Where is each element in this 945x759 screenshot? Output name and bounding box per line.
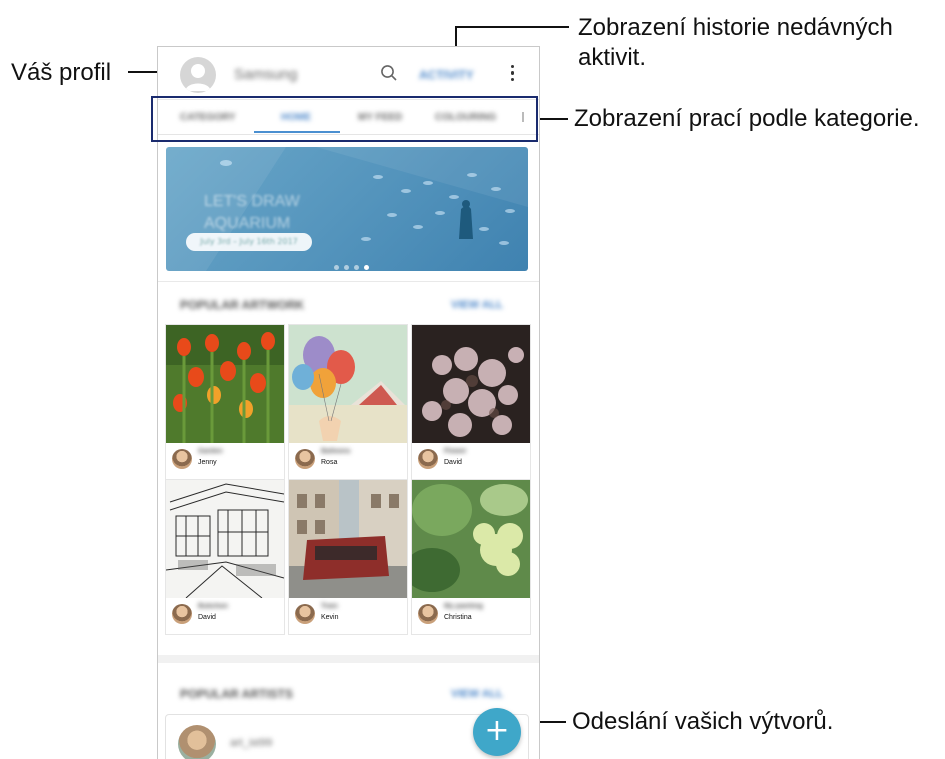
section-divider <box>158 655 539 663</box>
view-all-artwork-link[interactable]: VIEW ALL <box>451 299 503 311</box>
artwork-user: David <box>444 459 462 466</box>
home-content: LET'S DRAW AQUARIUM July 3rd – July 16th… <box>158 135 539 759</box>
more-options-icon[interactable] <box>510 65 516 85</box>
phone-screen: Samsung ACTIVITY CATEGORY HOME MY FEED C… <box>157 46 540 759</box>
avatar <box>172 604 192 624</box>
add-artwork-button[interactable]: + <box>473 708 521 756</box>
callout-activity-1: Zobrazení historie nedávných <box>578 14 893 41</box>
callout-upload: Odeslání vašich výtvorů. <box>572 708 834 735</box>
banner-date-pill: July 3rd – July 16th 2017 <box>186 233 312 251</box>
app-header: Samsung ACTIVITY <box>158 47 539 100</box>
artwork-user: Rosa <box>321 459 338 466</box>
callout-line-activity-h <box>455 26 569 28</box>
artwork-user: Kevin <box>321 614 339 621</box>
artwork-card[interactable]: Balloons Rosa <box>289 325 407 479</box>
artwork-title: My painting <box>444 603 483 610</box>
artwork-image <box>412 325 530 443</box>
callout-category: Zobrazení prací podle kategorie. <box>574 105 920 132</box>
artwork-image <box>289 480 407 598</box>
banner-title-line2: AQUARIUM <box>204 215 291 232</box>
artwork-user: Christina <box>444 614 472 621</box>
banner-date: July 3rd – July 16th 2017 <box>200 237 298 246</box>
artwork-card[interactable]: Flower David <box>412 325 530 479</box>
artwork-card[interactable]: Bukchon David <box>166 480 284 634</box>
avatar <box>178 725 216 759</box>
artwork-image <box>412 480 530 598</box>
artwork-title: Balloons <box>321 448 351 455</box>
artwork-title: Bukchon <box>198 603 228 610</box>
account-name[interactable]: Samsung <box>234 66 297 83</box>
callout-line-category <box>538 118 568 120</box>
avatar <box>418 604 438 624</box>
artwork-image <box>166 325 284 443</box>
banner-title: LET'S DRAW AQUARIUM <box>204 191 300 235</box>
artwork-title: Train <box>321 603 338 610</box>
tabs-highlight-frame <box>151 96 538 142</box>
artwork-card[interactable]: Train Kevin <box>289 480 407 634</box>
callout-activity-2: aktivit. <box>578 44 647 71</box>
section-title-popular-artists: POPULAR ARTISTS <box>180 687 293 701</box>
carousel-dots <box>334 255 374 271</box>
banner-title-line1: LET'S DRAW <box>204 193 300 210</box>
search-icon[interactable] <box>380 64 398 82</box>
avatar <box>418 449 438 469</box>
section-title-popular-artwork: POPULAR ARTWORK <box>180 298 305 312</box>
artwork-card[interactable]: Garden Jenny <box>166 325 284 479</box>
avatar <box>295 604 315 624</box>
event-banner[interactable]: LET'S DRAW AQUARIUM July 3rd – July 16th… <box>166 147 528 271</box>
artwork-user: Jenny <box>198 459 217 466</box>
artwork-card[interactable]: My painting Christina <box>412 480 530 634</box>
divider <box>158 281 539 282</box>
view-all-artists-link[interactable]: VIEW ALL <box>451 688 503 700</box>
artwork-image <box>166 480 284 598</box>
artwork-user: David <box>198 614 216 621</box>
artwork-title: Flower <box>444 448 467 455</box>
activity-button[interactable]: ACTIVITY <box>419 68 474 82</box>
person-icon <box>185 64 211 91</box>
artist-name: art_ist99 <box>230 737 273 749</box>
artwork-title: Garden <box>198 448 223 455</box>
plus-icon: + <box>484 713 510 748</box>
profile-avatar[interactable] <box>180 57 216 93</box>
artwork-image <box>289 325 407 443</box>
avatar <box>172 449 192 469</box>
avatar <box>295 449 315 469</box>
callout-profile: Váš profil <box>11 59 112 86</box>
